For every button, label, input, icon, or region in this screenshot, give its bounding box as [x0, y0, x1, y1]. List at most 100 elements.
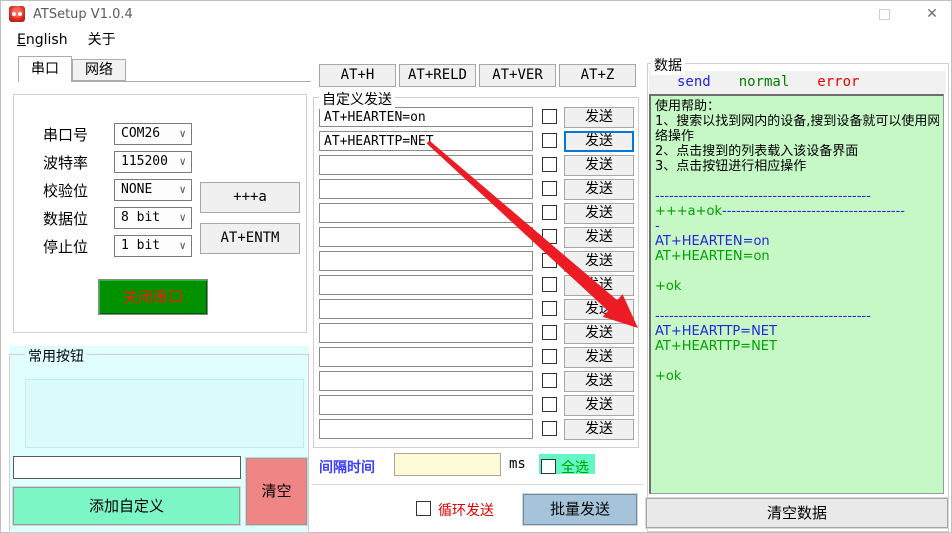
common-buttons-area: [25, 379, 304, 448]
send-checkbox[interactable]: [542, 301, 557, 316]
send-button[interactable]: 发送: [564, 107, 634, 128]
serial-field-label: 波特率: [43, 152, 88, 173]
log-segment: 3、点击按钮进行相应操作: [655, 159, 806, 174]
menu-item[interactable]: English: [13, 30, 72, 50]
log-line: 使用帮助：: [655, 99, 939, 114]
quick-at-button[interactable]: AT+RELD: [399, 64, 476, 87]
custom-send-input[interactable]: [319, 179, 533, 199]
send-button[interactable]: 发送: [564, 227, 634, 248]
log-segment: AT+HEARTTP=NET: [655, 339, 777, 354]
loop-send-label: 循环发送: [438, 500, 494, 520]
select-all-checkbox[interactable]: [541, 459, 556, 474]
log-segment: ----------------------------------------…: [655, 189, 871, 204]
serial-field-combobox[interactable]: 8 bit∨: [114, 207, 192, 229]
send-checkbox[interactable]: [542, 181, 557, 196]
send-button[interactable]: 发送: [564, 251, 634, 272]
send-checkbox[interactable]: [542, 277, 557, 292]
close-button[interactable]: ✕: [919, 5, 945, 23]
data-log[interactable]: 使用帮助： 1、搜索以找到网内的设备,搜到设备就可以使用网络操作 2、点击搜到的…: [649, 94, 944, 494]
quick-at-button[interactable]: AT+Z: [559, 64, 636, 87]
custom-send-input[interactable]: [319, 227, 533, 247]
send-checkbox[interactable]: [542, 349, 557, 364]
send-button[interactable]: 发送: [564, 131, 634, 152]
custom-send-row: 发送: [319, 371, 639, 391]
send-checkbox[interactable]: [542, 109, 557, 124]
send-checkbox[interactable]: [542, 253, 557, 268]
log-line: 2、点击搜到的列表载入该设备界面: [655, 144, 939, 159]
custom-send-input[interactable]: [319, 155, 533, 175]
plus-a-button[interactable]: +++a: [200, 182, 300, 213]
serial-field-combobox[interactable]: 1 bit∨: [114, 235, 192, 257]
close-serial-port-button[interactable]: 关闭串口: [98, 279, 208, 315]
log-line: ----------------------------------------…: [655, 189, 939, 204]
custom-send-row: 发送: [319, 347, 639, 367]
custom-send-input[interactable]: [319, 131, 533, 151]
clear-data-button[interactable]: 清空数据: [646, 498, 948, 528]
tab-serial[interactable]: 串口: [18, 56, 72, 82]
custom-send-input[interactable]: [319, 419, 533, 439]
log-line: 3、点击按钮进行相应操作: [655, 159, 939, 174]
at-entm-button[interactable]: AT+ENTM: [200, 223, 300, 254]
title-bar: ATSetup V1.0.4 ✕: [1, 1, 951, 27]
chevron-down-icon: ∨: [179, 208, 186, 228]
send-button[interactable]: 发送: [564, 323, 634, 344]
quick-at-button[interactable]: AT+VER: [479, 64, 556, 87]
separator-line: [311, 484, 643, 485]
send-button[interactable]: 发送: [564, 155, 634, 176]
maximize-button[interactable]: [879, 9, 890, 20]
send-checkbox[interactable]: [542, 229, 557, 244]
quick-at-button[interactable]: AT+H: [319, 64, 396, 87]
send-checkbox[interactable]: [542, 157, 557, 172]
send-button[interactable]: 发送: [564, 299, 634, 320]
menu-item[interactable]: 关于: [84, 27, 120, 51]
custom-send-input[interactable]: [319, 299, 533, 319]
legend-error: error: [817, 74, 859, 90]
loop-send-checkbox[interactable]: [416, 501, 431, 516]
legend-normal: normal: [739, 74, 790, 90]
custom-send-input[interactable]: [319, 107, 533, 127]
send-checkbox[interactable]: [542, 325, 557, 340]
tab-network[interactable]: 网络: [72, 59, 126, 81]
custom-send-row: 发送: [319, 419, 639, 439]
custom-send-row: 发送: [319, 299, 639, 319]
chevron-down-icon: ∨: [179, 124, 186, 144]
send-checkbox[interactable]: [542, 205, 557, 220]
clear-button[interactable]: 清空: [246, 458, 307, 525]
send-button[interactable]: 发送: [564, 419, 634, 440]
select-all-label: 全选: [561, 457, 589, 477]
custom-send-row: 发送: [319, 251, 639, 271]
log-segment: 1、搜索以找到网内的设备,搜到设备就可以使用网: [655, 114, 939, 129]
custom-command-input[interactable]: [13, 456, 241, 479]
custom-send-input[interactable]: [319, 203, 533, 223]
custom-send-input[interactable]: [319, 323, 533, 343]
add-custom-button[interactable]: 添加自定义: [13, 487, 240, 525]
send-button[interactable]: 发送: [564, 203, 634, 224]
send-button[interactable]: 发送: [564, 347, 634, 368]
log-segment: +ok: [655, 369, 681, 384]
log-line: [655, 354, 939, 369]
custom-send-input[interactable]: [319, 395, 533, 415]
send-button[interactable]: 发送: [564, 179, 634, 200]
send-checkbox[interactable]: [542, 133, 557, 148]
custom-send-input[interactable]: [319, 275, 533, 295]
send-checkbox[interactable]: [542, 397, 557, 412]
send-button[interactable]: 发送: [564, 395, 634, 416]
send-checkbox[interactable]: [542, 421, 557, 436]
batch-send-button[interactable]: 批量发送: [523, 494, 637, 525]
serial-field-combobox[interactable]: 115200∨: [114, 151, 192, 173]
custom-send-input[interactable]: [319, 371, 533, 391]
serial-field-combobox[interactable]: COM26∨: [114, 123, 192, 145]
custom-send-input[interactable]: [319, 347, 533, 367]
send-button[interactable]: 发送: [564, 371, 634, 392]
custom-send-input[interactable]: [319, 251, 533, 271]
custom-send-row: 发送: [319, 275, 639, 295]
legend-send: send: [677, 74, 711, 90]
custom-send-rows: 发送发送发送发送发送发送发送发送发送发送发送发送发送发送: [319, 107, 639, 443]
serial-field-row: 串口号COM26∨: [1, 123, 301, 145]
send-checkbox[interactable]: [542, 373, 557, 388]
log-line: ----------------------------------------…: [655, 309, 939, 324]
interval-input[interactable]: [394, 453, 501, 476]
log-line: AT+HEARTTP=NET: [655, 324, 939, 339]
serial-field-combobox[interactable]: NONE∨: [114, 179, 192, 201]
send-button[interactable]: 发送: [564, 275, 634, 296]
